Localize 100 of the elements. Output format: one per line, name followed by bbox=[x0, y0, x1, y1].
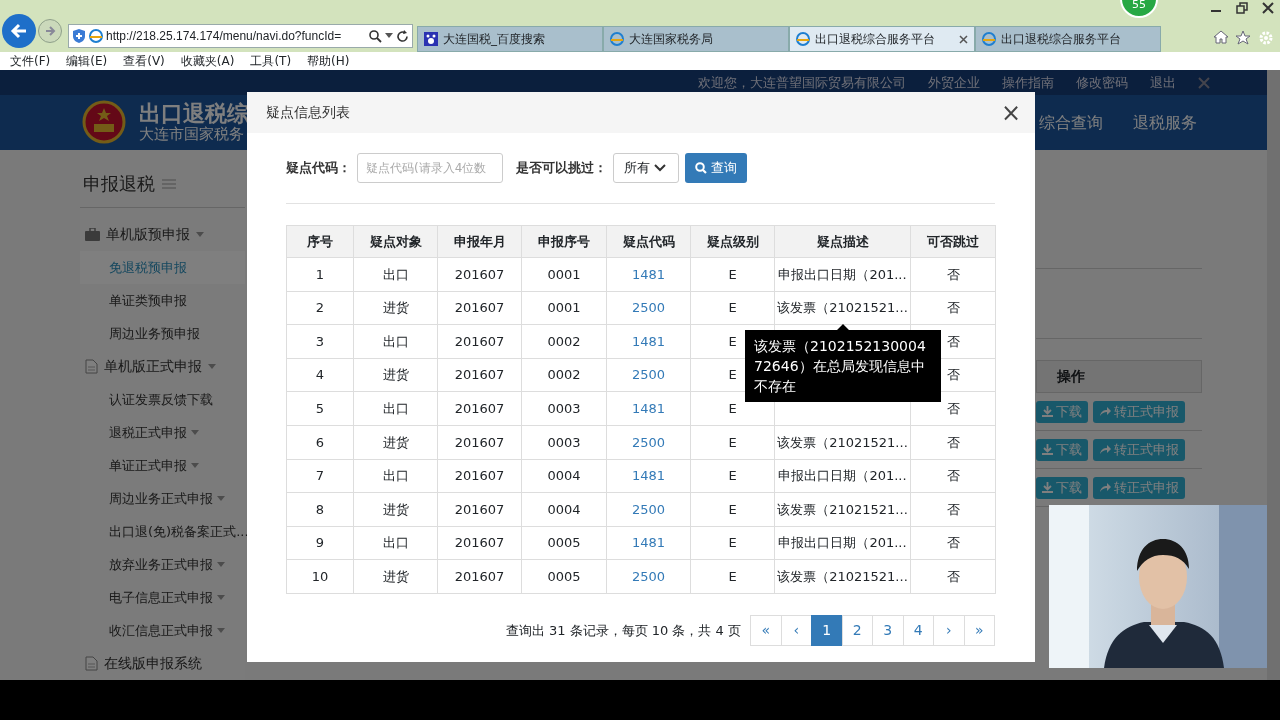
result-summary: 查询出 31 条记录，每页 10 条，共 4 页 bbox=[505, 621, 741, 640]
menu-item[interactable]: 收藏夹(A) bbox=[180, 52, 235, 70]
table-cell: 0002 bbox=[521, 324, 607, 359]
globe-icon bbox=[982, 32, 996, 46]
sidebar-item[interactable]: 放弃业务正式申报 bbox=[80, 548, 245, 581]
table-cell: 否 bbox=[910, 526, 996, 560]
code-link[interactable]: 1481 bbox=[606, 391, 691, 426]
browser-tab[interactable]: 大连国税_百度搜索 bbox=[417, 26, 603, 52]
page-button[interactable]: › bbox=[933, 614, 965, 646]
star-icon[interactable] bbox=[1235, 29, 1251, 45]
home-icon[interactable] bbox=[1212, 29, 1229, 44]
nav-link[interactable]: 综合查询 bbox=[1039, 110, 1103, 135]
search-button[interactable]: 查询 bbox=[684, 153, 747, 183]
code-link[interactable]: 2500 bbox=[606, 559, 691, 594]
column-header: 疑点代码 bbox=[606, 225, 691, 258]
share-arrow-icon bbox=[1099, 482, 1111, 493]
sidebar-item[interactable]: 收汇信息正式申报 bbox=[80, 614, 245, 647]
code-input[interactable]: 疑点代码(请录入4位数 bbox=[357, 153, 503, 183]
table-cell: 0005 bbox=[521, 526, 607, 560]
code-link[interactable]: 2500 bbox=[606, 358, 691, 392]
code-link[interactable]: 2500 bbox=[606, 291, 691, 325]
header-link[interactable]: 操作指南 bbox=[1002, 72, 1054, 93]
table-cell: 9 bbox=[286, 526, 354, 560]
sidebar-item[interactable]: 电子信息正式申报 bbox=[80, 581, 245, 614]
sidebar-item[interactable]: 免退税预申报 bbox=[80, 251, 245, 284]
nav-link[interactable]: 退税服务 bbox=[1133, 110, 1197, 135]
table-cell: 该发票（21021521... bbox=[774, 492, 911, 527]
browser-tab[interactable]: 出口退税综合服务平台 bbox=[975, 26, 1161, 52]
globe-icon bbox=[796, 32, 810, 46]
table-cell: 2 bbox=[286, 291, 354, 325]
restore-icon[interactable] bbox=[1236, 2, 1248, 14]
menu-item[interactable]: 文件(F) bbox=[10, 52, 51, 70]
caret-icon[interactable] bbox=[385, 33, 393, 39]
header-link[interactable]: 退出 bbox=[1150, 72, 1176, 93]
scrollbar[interactable] bbox=[1267, 70, 1280, 680]
sidebar-item[interactable]: 认证发票反馈下载 bbox=[80, 383, 245, 416]
sidebar-item[interactable]: 出口退(免)税备案正式... bbox=[80, 515, 245, 548]
code-link[interactable]: 1481 bbox=[606, 459, 691, 493]
page-button[interactable]: 3 bbox=[872, 614, 904, 646]
table-cell: 6 bbox=[286, 425, 354, 460]
refresh-icon[interactable] bbox=[396, 29, 409, 43]
code-link[interactable]: 1481 bbox=[606, 526, 691, 560]
close-button[interactable]: × bbox=[1000, 100, 1021, 125]
page-button[interactable]: 4 bbox=[902, 614, 934, 646]
table-cell: 4 bbox=[286, 358, 354, 392]
code-link[interactable]: 1481 bbox=[606, 324, 691, 359]
sidebar-title: 申报退税 bbox=[83, 172, 155, 196]
menu-item[interactable]: 查看(V) bbox=[123, 52, 165, 70]
header-link[interactable]: 修改密码 bbox=[1076, 72, 1128, 93]
table-cell: 3 bbox=[286, 324, 354, 359]
table-cell: 0001 bbox=[521, 291, 607, 325]
page-button[interactable]: 1 bbox=[811, 614, 843, 646]
back-button[interactable] bbox=[2, 14, 36, 48]
table-cell: 201607 bbox=[437, 425, 522, 460]
table-cell: 201607 bbox=[437, 526, 522, 560]
page-button[interactable]: » bbox=[963, 614, 995, 646]
table-cell: 进货 bbox=[353, 291, 438, 325]
column-header: 疑点描述 bbox=[774, 225, 911, 258]
table-cell: 201607 bbox=[437, 291, 522, 325]
address-field[interactable]: http://218.25.174.174/menu/navi.do?funcId= bbox=[68, 24, 413, 48]
table-cell: 出口 bbox=[353, 324, 438, 359]
table-cell: 申报出口日期（201... bbox=[774, 459, 911, 493]
header-link[interactable]: 外贸企业 bbox=[928, 72, 980, 93]
sidebar-item[interactable]: 周边业务正式申报 bbox=[80, 482, 245, 515]
table-cell: E bbox=[690, 492, 775, 527]
code-link[interactable]: 1481 bbox=[606, 257, 691, 292]
table-cell: 否 bbox=[910, 291, 996, 325]
table-cell: 0002 bbox=[521, 358, 607, 392]
modal-title: 疑点信息列表 bbox=[266, 103, 350, 122]
site-title: 出口退税综 bbox=[139, 102, 249, 127]
code-link[interactable]: 2500 bbox=[606, 425, 691, 460]
close-icon[interactable] bbox=[1262, 2, 1274, 14]
browser-tab[interactable]: 出口退税综合服务平台 bbox=[789, 26, 975, 52]
emblem-icon bbox=[82, 99, 126, 146]
sidebar-group[interactable]: 在线版申报系统 bbox=[80, 647, 245, 680]
menu-item[interactable]: 工具(T) bbox=[250, 52, 292, 70]
page-button[interactable]: ‹ bbox=[780, 614, 812, 646]
sidebar-item[interactable]: 退税正式申报 bbox=[80, 416, 245, 449]
sidebar-item[interactable]: 周边业务预申报 bbox=[80, 317, 245, 350]
sidebar-item[interactable]: 单证类预申报 bbox=[80, 284, 245, 317]
forward-button[interactable] bbox=[38, 19, 62, 43]
skip-select[interactable]: 所有 bbox=[612, 153, 679, 183]
sidebar-group[interactable]: 单机版正式申报 bbox=[80, 350, 245, 383]
browser-tab[interactable]: 大连国家税务局 bbox=[603, 26, 789, 52]
table-cell: 201607 bbox=[437, 358, 522, 392]
menu-item[interactable]: 编辑(E) bbox=[66, 52, 108, 70]
table-cell: 该发票（21021521... bbox=[774, 559, 911, 594]
search-icon[interactable] bbox=[369, 29, 382, 43]
share-arrow-icon bbox=[1099, 444, 1111, 455]
sidebar-group[interactable]: 单机版预申报 bbox=[80, 218, 245, 251]
table-cell: 201607 bbox=[437, 391, 522, 426]
page-button[interactable]: « bbox=[750, 614, 782, 646]
code-link[interactable]: 2500 bbox=[606, 492, 691, 527]
table-cell: 0004 bbox=[521, 492, 607, 527]
chevron-icon bbox=[653, 164, 666, 172]
page-button[interactable]: 2 bbox=[841, 614, 873, 646]
close-icon[interactable] bbox=[959, 34, 968, 44]
menu-item[interactable]: 帮助(H) bbox=[307, 52, 350, 70]
table-cell: 0003 bbox=[521, 391, 607, 426]
sidebar-item[interactable]: 单证正式申报 bbox=[80, 449, 245, 482]
